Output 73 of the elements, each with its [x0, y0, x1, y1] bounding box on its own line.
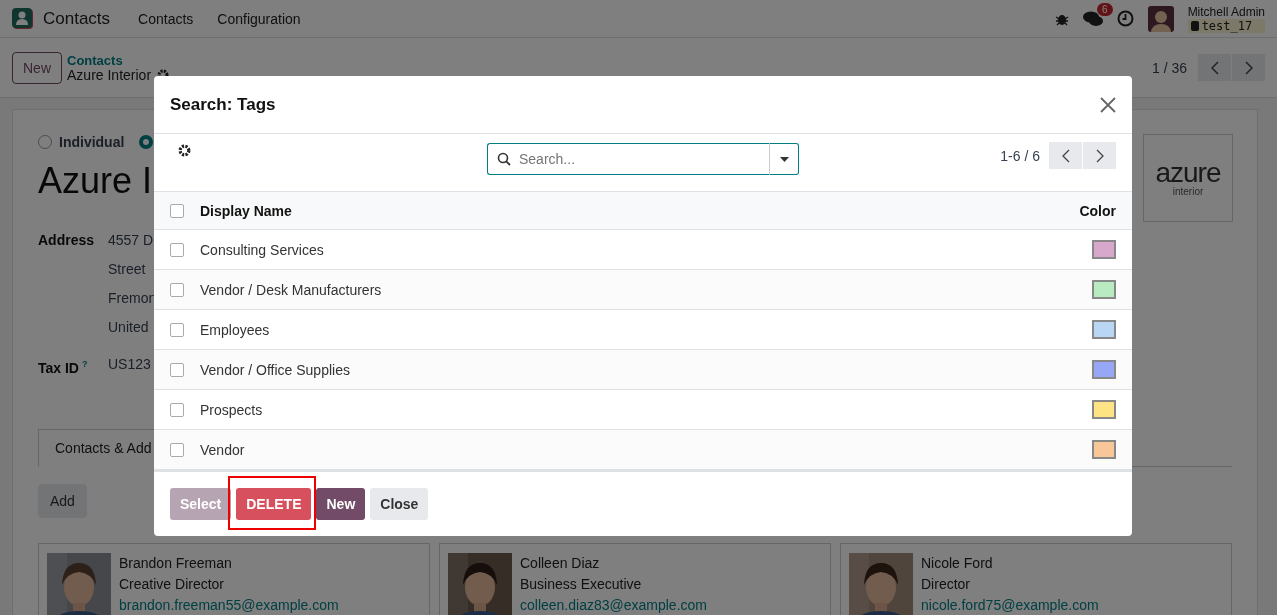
contact-name: Colleen Diaz	[520, 553, 601, 573]
avatar-icon[interactable]	[1147, 5, 1174, 32]
breadcrumb-link[interactable]: Contacts	[67, 52, 170, 68]
row-checkbox[interactable]	[170, 362, 184, 377]
field-value: 4557 D	[108, 232, 154, 249]
chevron-left-icon	[1210, 60, 1219, 75]
contact-name: Nicole Ford	[921, 553, 994, 573]
database-name: test_17	[1187, 18, 1265, 33]
search-icon	[497, 152, 511, 166]
previous-button[interactable]	[1049, 142, 1082, 169]
caret-icon	[779, 156, 789, 162]
field-value: Fremon	[108, 290, 157, 307]
tag-name[interactable]: Consulting Services	[200, 241, 324, 258]
chevron-left-icon	[1061, 148, 1070, 163]
new-button[interactable]: New	[12, 51, 62, 84]
tag-name[interactable]: Employees	[200, 321, 270, 338]
dialog-title: Search: Tags	[170, 94, 276, 115]
clock-icon[interactable]	[1116, 10, 1134, 27]
app-name[interactable]: Contacts	[43, 8, 111, 29]
close-button[interactable]	[1100, 96, 1116, 113]
contact-job: Business Executive	[520, 574, 643, 594]
contact-card[interactable]: Brandon Freeman Creative Director brandon.freeman55@example.com	[38, 542, 430, 615]
contact-job: Director	[921, 574, 971, 594]
radio-label[interactable]: Individual	[59, 134, 125, 150]
field-value: Street	[108, 261, 146, 278]
field-value: US123	[108, 356, 151, 373]
chevron-right-icon	[1244, 60, 1253, 75]
chat-icon[interactable]	[1082, 10, 1103, 27]
gear-icon[interactable]	[178, 144, 191, 157]
row-checkbox[interactable]	[170, 322, 184, 337]
field-value: United	[108, 319, 149, 336]
search-field[interactable]: Search...	[487, 143, 769, 175]
next-button[interactable]	[1232, 54, 1265, 81]
company-logo: azure interior	[1143, 134, 1233, 222]
tag-name[interactable]: Vendor	[200, 441, 245, 458]
dialog-button[interactable]: DELETE	[236, 488, 312, 520]
database-icon	[1190, 20, 1199, 31]
dialog-button[interactable]: New	[316, 488, 366, 520]
app-logo-icon[interactable]	[12, 7, 34, 30]
add-button[interactable]: Add	[38, 483, 87, 518]
user-name[interactable]: Mitchell Admin	[1187, 4, 1265, 19]
contact-card[interactable]: Colleen Diaz Business Executive colleen.diaz83@example.com	[439, 542, 831, 615]
contact-email[interactable]: colleen.diaz83@example.com	[520, 594, 707, 615]
pager-value[interactable]: 1 / 36	[1151, 59, 1187, 76]
chevron-right-icon	[1095, 148, 1104, 163]
record-title: Azure I	[38, 160, 153, 202]
column-header[interactable]: Display Name	[200, 202, 292, 219]
row-checkbox[interactable]	[170, 402, 184, 417]
menu-item[interactable]: Contacts	[138, 10, 194, 27]
tag-name[interactable]: Vendor / Office Supplies	[200, 361, 350, 378]
dialog-button[interactable]: Close	[370, 488, 429, 520]
contact-email[interactable]: brandon.freeman55@example.com	[119, 594, 339, 615]
row-checkbox[interactable]	[170, 282, 184, 297]
next-button[interactable]	[1083, 142, 1116, 169]
contact-job: Creative Director	[119, 574, 226, 594]
pager-value[interactable]: 1-6 / 6	[1000, 147, 1040, 164]
field-label: Address	[38, 232, 95, 250]
previous-button[interactable]	[1198, 54, 1231, 81]
field-label: Tax ID $^{?}$	[38, 358, 88, 377]
menu-item[interactable]: Configuration	[217, 10, 301, 27]
breadcrumb-current: Azure Interior	[67, 67, 152, 83]
notification-badge: 6	[1097, 2, 1113, 16]
dropdown-toggle[interactable]	[769, 143, 799, 175]
close-icon	[1100, 96, 1116, 113]
column-header[interactable]: Color	[1079, 202, 1116, 219]
contact-name: Brandon Freeman	[119, 553, 233, 573]
row-checkbox[interactable]	[170, 242, 184, 257]
select-all-checkbox[interactable]	[170, 203, 184, 218]
contact-email[interactable]: nicole.ford75@example.com	[921, 594, 1099, 615]
row-checkbox[interactable]	[170, 442, 184, 457]
tag-name[interactable]: Prospects	[200, 401, 263, 418]
tag-name[interactable]: Vendor / Desk Manufacturers	[200, 281, 382, 298]
contact-card[interactable]: Nicole Ford Director nicole.ford75@example.com	[840, 542, 1232, 615]
